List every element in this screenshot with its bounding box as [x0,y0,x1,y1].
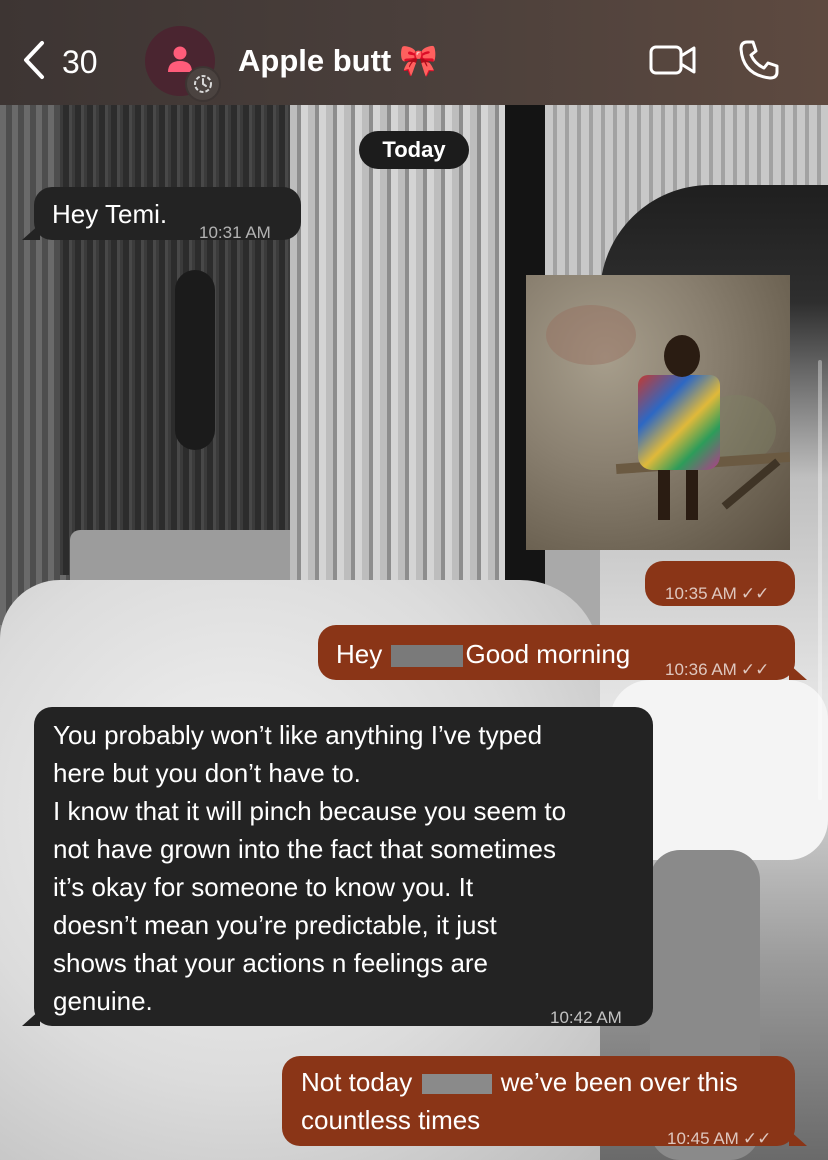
photo-child-leg [686,465,698,520]
message-line: shows that your actions n feelings are [53,948,489,978]
photo-child-leg [658,465,670,520]
message-time: 10:45 AM ✓✓ [667,1129,772,1148]
message-line: Not today we’ve been over this [301,1067,738,1097]
unread-count: 30 [62,43,98,80]
message-text: Hey Temi. [52,199,168,229]
redaction-block [421,1074,492,1095]
message-line: not have grown into the fact that someti… [53,834,556,864]
contact-name[interactable]: Apple butt 🎀 [238,42,438,79]
bubble-tail [22,1010,40,1026]
message-time: 10:42 AM [550,1008,622,1027]
back-button[interactable]: 30 [22,40,98,84]
bubble-tail [789,664,807,680]
read-receipt-icon: ✓✓ [740,660,770,679]
incoming-message[interactable]: Hey Temi. 10:31 AM [22,187,301,242]
read-receipt-icon: ✓✓ [740,584,770,603]
scroll-indicator[interactable] [818,360,822,800]
incoming-message[interactable]: You probably won’t like anything I’ve ty… [22,707,653,1027]
bow-emoji: 🎀 [399,43,438,78]
outgoing-message[interactable]: Not today we’ve been over this countless… [282,1056,807,1148]
bubble-tail [789,1130,807,1146]
wallpaper-mirror [175,270,215,450]
message-text: Good morning [465,639,631,669]
video-camera-icon [649,43,697,82]
date-separator: Today [359,131,469,169]
message-line: I know that it will pinch because you se… [53,796,567,826]
message-time: 10:36 AM ✓✓ [665,660,770,679]
message-line: here but you don’t have to. [53,758,361,788]
bubble-tail [22,224,40,240]
message-text: Hey [336,639,383,669]
message-line: doesn’t mean you’re predictable, it just [53,910,497,940]
outgoing-image-caption[interactable]: 10:35 AM ✓✓ [645,561,795,606]
chevron-left-icon [22,40,46,85]
phone-icon [737,38,781,87]
photo-child-outfit [638,375,720,470]
video-call-button[interactable] [647,38,699,86]
contact-name-text: Apple butt [238,43,392,78]
timer-icon [185,66,221,102]
photo-wall-stain [546,305,636,365]
photo-child-head [664,335,700,377]
read-receipt-icon: ✓✓ [742,1129,772,1148]
voice-call-button[interactable] [733,38,785,86]
image-message[interactable] [526,275,790,550]
message-line: You probably won’t like anything I’ve ty… [53,720,543,750]
outgoing-message[interactable]: Hey Good morning 10:36 AM ✓✓ [318,625,807,680]
message-time: 10:35 AM ✓✓ [665,584,770,603]
chat-header: 30 Apple butt 🎀 [0,0,828,105]
message-time: 10:31 AM [199,223,271,242]
redaction-block [391,645,464,668]
message-line: it’s okay for someone to know you. It [53,872,474,902]
